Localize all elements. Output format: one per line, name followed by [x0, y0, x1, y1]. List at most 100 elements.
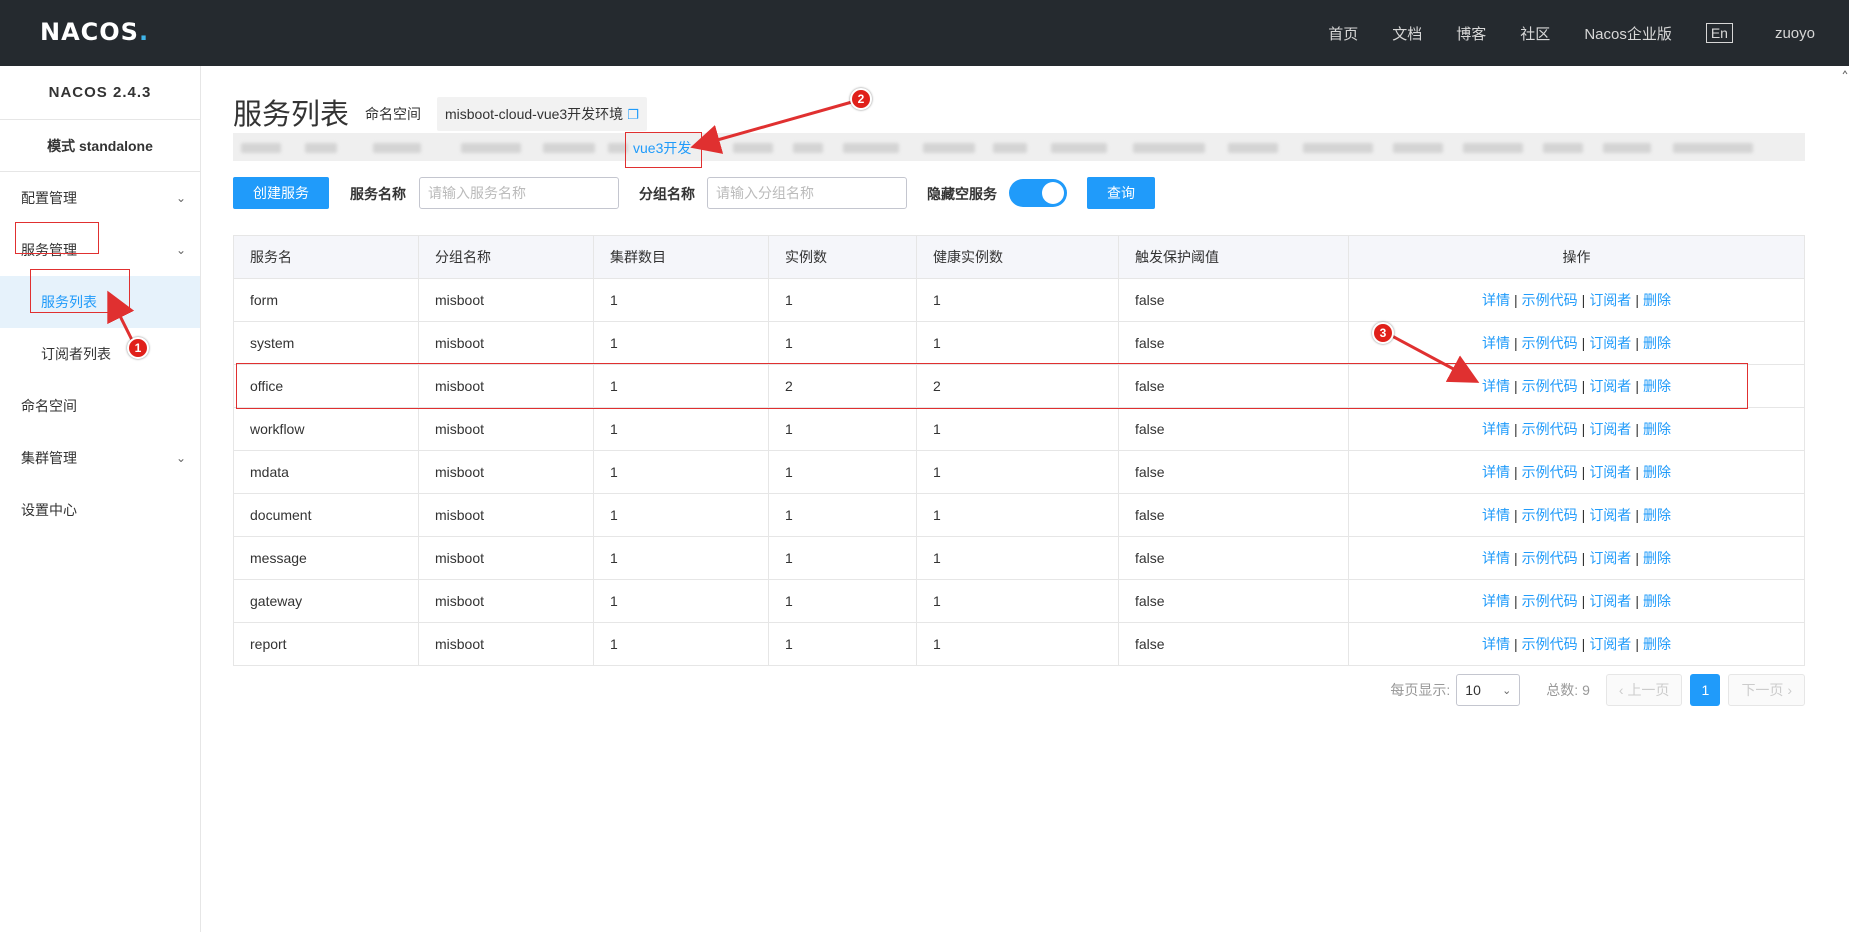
- page-title: 服务列表: [233, 99, 350, 131]
- sample-code-link[interactable]: 示例代码: [1522, 636, 1578, 652]
- annotation-box-office-row: [236, 363, 1748, 409]
- sample-code-link[interactable]: 示例代码: [1522, 593, 1578, 609]
- detail-link[interactable]: 详情: [1482, 335, 1510, 351]
- separator: |: [1635, 636, 1639, 652]
- detail-link[interactable]: 详情: [1482, 550, 1510, 566]
- create-service-button[interactable]: 创建服务: [233, 177, 329, 209]
- header-service-name[interactable]: 服务名: [233, 235, 419, 279]
- blurred-namespace[interactable]: [793, 143, 823, 153]
- detail-link[interactable]: 详情: [1482, 421, 1510, 437]
- table-row: workflow misboot 1 1 1 false 详情 | 示例代码 | 订阅者 | 删除: [233, 407, 1805, 451]
- healthy-count-cell: 1: [916, 493, 1119, 537]
- per-page-select[interactable]: 10 ⌄: [1456, 674, 1521, 706]
- detail-link[interactable]: 详情: [1482, 507, 1510, 523]
- delete-link[interactable]: 删除: [1643, 464, 1671, 480]
- blurred-namespace[interactable]: [923, 143, 975, 153]
- blurred-namespace[interactable]: [1463, 143, 1523, 153]
- service-name-cell: document: [233, 493, 419, 537]
- header-instance-count[interactable]: 实例数: [768, 235, 917, 279]
- service-name-cell: system: [233, 321, 419, 365]
- sample-code-link[interactable]: 示例代码: [1522, 464, 1578, 480]
- delete-link[interactable]: 删除: [1643, 593, 1671, 609]
- hide-empty-toggle[interactable]: [1009, 179, 1067, 207]
- search-toolbar: 创建服务 服务名称 分组名称 隐藏空服务 查询: [233, 177, 1805, 209]
- separator: |: [1581, 636, 1586, 652]
- nav-docs-link[interactable]: 文档: [1392, 23, 1422, 44]
- blurred-namespace[interactable]: [733, 143, 773, 153]
- blurred-namespace[interactable]: [1543, 143, 1583, 153]
- sidebar-item-namespace[interactable]: 命名空间: [0, 380, 200, 432]
- blurred-namespace[interactable]: [843, 143, 899, 153]
- copy-icon[interactable]: ❐: [627, 107, 639, 122]
- header-operations: 操作: [1348, 235, 1805, 279]
- subscribers-link[interactable]: 订阅者: [1589, 636, 1631, 652]
- nav-blog-link[interactable]: 博客: [1456, 23, 1486, 44]
- language-switch[interactable]: En: [1705, 23, 1733, 43]
- subscribers-link[interactable]: 订阅者: [1589, 593, 1631, 609]
- blurred-namespace[interactable]: [305, 143, 337, 153]
- sidebar-item-settings[interactable]: 设置中心: [0, 484, 200, 536]
- group-name-input[interactable]: [707, 177, 907, 209]
- delete-link[interactable]: 删除: [1643, 421, 1671, 437]
- instance-count-cell: 1: [768, 407, 917, 451]
- sidebar-item-config[interactable]: 配置管理 ⌄: [0, 172, 200, 224]
- prev-page-button[interactable]: ‹ 上一页: [1605, 674, 1683, 706]
- detail-link[interactable]: 详情: [1482, 464, 1510, 480]
- delete-link[interactable]: 删除: [1643, 335, 1671, 351]
- header-protect-threshold[interactable]: 触发保护阈值: [1118, 235, 1349, 279]
- blurred-namespace[interactable]: [1303, 143, 1373, 153]
- sample-code-link[interactable]: 示例代码: [1522, 292, 1578, 308]
- nav-community-link[interactable]: 社区: [1520, 23, 1550, 44]
- subscribers-link[interactable]: 订阅者: [1589, 507, 1631, 523]
- sidebar-item-subscriber-list[interactable]: 订阅者列表: [0, 328, 200, 380]
- delete-link[interactable]: 删除: [1643, 636, 1671, 652]
- header-group-name[interactable]: 分组名称: [418, 235, 594, 279]
- namespace-badge: misboot-cloud-vue3开发环境 ❐: [437, 97, 647, 131]
- query-button[interactable]: 查询: [1087, 177, 1155, 209]
- blurred-namespace[interactable]: [1603, 143, 1651, 153]
- user-menu[interactable]: zuoyo: [1775, 25, 1815, 42]
- current-page-button[interactable]: 1: [1690, 674, 1721, 706]
- sample-code-link[interactable]: 示例代码: [1522, 421, 1578, 437]
- sample-code-link[interactable]: 示例代码: [1522, 507, 1578, 523]
- sample-code-link[interactable]: 示例代码: [1522, 335, 1578, 351]
- service-name-input[interactable]: [419, 177, 619, 209]
- subscribers-link[interactable]: 订阅者: [1589, 464, 1631, 480]
- sidebar-item-cluster[interactable]: 集群管理 ⌄: [0, 432, 200, 484]
- blurred-namespace[interactable]: [993, 143, 1027, 153]
- blurred-namespace[interactable]: [373, 143, 421, 153]
- subscribers-link[interactable]: 订阅者: [1589, 335, 1631, 351]
- detail-link[interactable]: 详情: [1482, 292, 1510, 308]
- nav-enterprise-link[interactable]: Nacos企业版: [1584, 23, 1672, 44]
- blurred-namespace[interactable]: [461, 143, 521, 153]
- nacos-logo[interactable]: NACOS.: [40, 18, 149, 46]
- healthy-count-cell: 1: [916, 450, 1119, 494]
- next-page-button[interactable]: 下一页 ›: [1728, 674, 1805, 706]
- blurred-namespace[interactable]: [1393, 143, 1443, 153]
- blurred-namespace[interactable]: [1051, 143, 1107, 153]
- delete-link[interactable]: 删除: [1643, 292, 1671, 308]
- delete-link[interactable]: 删除: [1643, 507, 1671, 523]
- scrollbar-icon[interactable]: [1841, 66, 1849, 932]
- detail-link[interactable]: 详情: [1482, 593, 1510, 609]
- chevron-down-icon: ⌄: [1502, 684, 1512, 697]
- nav-home-link[interactable]: 首页: [1328, 23, 1358, 44]
- header-healthy-count[interactable]: 健康实例数: [916, 235, 1119, 279]
- blurred-namespace[interactable]: [1228, 143, 1278, 153]
- sample-code-link[interactable]: 示例代码: [1522, 550, 1578, 566]
- subscribers-link[interactable]: 订阅者: [1589, 550, 1631, 566]
- blurred-namespace[interactable]: [1133, 143, 1205, 153]
- annotation-box-service-list: [30, 269, 130, 313]
- blurred-namespace[interactable]: [241, 143, 281, 153]
- instance-count-cell: 1: [768, 321, 917, 365]
- protect-threshold-cell: false: [1118, 450, 1349, 494]
- header-cluster-count[interactable]: 集群数目: [593, 235, 769, 279]
- subscribers-link[interactable]: 订阅者: [1589, 292, 1631, 308]
- pagination: 每页显示: 10 ⌄ 总数: 9 ‹ 上一页 1 下一页 ›: [1390, 674, 1805, 706]
- blurred-namespace[interactable]: [543, 143, 595, 153]
- detail-link[interactable]: 详情: [1482, 636, 1510, 652]
- separator: |: [1514, 335, 1518, 351]
- delete-link[interactable]: 删除: [1643, 550, 1671, 566]
- blurred-namespace[interactable]: [1673, 143, 1753, 153]
- subscribers-link[interactable]: 订阅者: [1589, 421, 1631, 437]
